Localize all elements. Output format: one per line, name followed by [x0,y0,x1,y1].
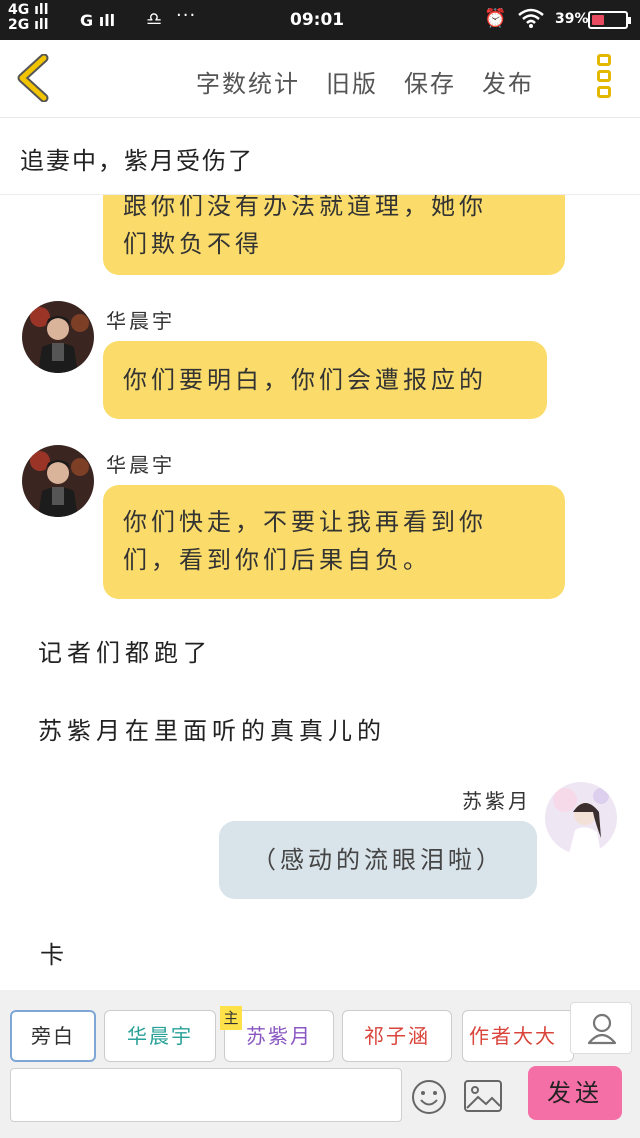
more-notifications-icon: ··· [176,5,197,26]
insert-image-button[interactable] [462,1076,504,1116]
network-indicator: 4G ıll 2G ıll [8,2,49,33]
speaker-name: 华晨宇 [106,453,175,477]
more-menu-button[interactable] [594,54,614,104]
message-line: 们，看到你们后果自负。 [123,546,431,574]
message-line: 跟你们没有办法就道理，她你 [123,195,487,220]
add-character-button[interactable] [570,1002,632,1054]
chat-area[interactable]: 跟你们没有办法就道理，她你 们欺负不得 华晨宇 你们要明白，你们会遭报应的 华晨… [0,195,640,990]
speaker-name: 苏紫月 [462,789,531,813]
wifi-icon [518,8,544,33]
image-icon [464,1080,502,1112]
message-line: （感动的流眼泪啦） [252,846,504,874]
message-bubble[interactable]: 你们要明白，你们会遭报应的 [103,341,547,419]
back-button[interactable] [14,53,58,103]
character-chip-narrator[interactable]: 旁白 [10,1010,96,1062]
old-version-button[interactable]: 旧版 [326,64,378,99]
qq-icon: ♎ [146,9,163,30]
person-icon [587,1013,617,1045]
avatar-hua-chenyu-icon [22,445,94,517]
publish-button[interactable]: 发布 [482,64,534,99]
emoji-button[interactable] [410,1078,448,1116]
carrier-label: G [80,11,94,30]
battery-fill [592,15,604,25]
message-input[interactable] [10,1068,402,1122]
save-button[interactable]: 保存 [404,64,456,99]
message-bubble[interactable]: 你们快走，不要让我再看到你 们，看到你们后果自负。 [103,485,565,599]
narration-text[interactable]: 苏紫月在里面听的真真儿的 [38,711,386,746]
message-bubble[interactable]: 跟你们没有办法就道理，她你 们欺负不得 [103,195,565,275]
message-line: 你们要明白，你们会遭报应的 [123,366,487,394]
carrier-signal: G ıll [80,11,116,30]
main-character-badge: 主 [220,1006,242,1030]
message-line: 们欺负不得 [123,230,263,258]
chapter-title[interactable]: 追妻中，紫月受伤了 [20,141,254,176]
avatar-hua-chenyu-icon [22,301,94,373]
header-actions: 字数统计 旧版 保存 发布 [196,64,534,99]
alarm-icon: ⏰ [484,8,507,29]
message-bubble[interactable]: （感动的流眼泪啦） [219,821,537,899]
speaker-name: 华晨宇 [106,309,175,333]
send-button[interactable]: 发送 [528,1066,622,1120]
character-chip-qi-zihan[interactable]: 祁子涵 [342,1010,452,1062]
battery-icon [588,11,631,29]
composer-toolbar: 旁白 华晨宇 主 苏紫月 祁子涵 作者大大 发送 [0,990,640,1138]
avatar-su-ziyue-icon [545,782,617,854]
narration-text[interactable]: 卡 [40,935,69,970]
message-line: 你们快走，不要让我再看到你 [123,508,487,536]
character-chip-hua-chenyu[interactable]: 华晨宇 [104,1010,216,1062]
word-count-button[interactable]: 字数统计 [196,64,300,99]
narration-text[interactable]: 记者们都跑了 [38,633,212,668]
avatar[interactable] [22,301,94,373]
avatar[interactable] [545,782,617,854]
clock: 09:01 [290,10,345,30]
status-bar: 4G ıll 2G ıll G ıll ♎ ··· 09:01 ⏰ 39% [0,0,640,40]
network-1-label: 4G [8,2,30,18]
smiley-icon [412,1080,446,1114]
editor-header: 字数统计 旧版 保存 发布 [0,40,640,118]
chapter-title-bar[interactable]: 追妻中，紫月受伤了 [0,119,640,195]
character-chip-author[interactable]: 作者大大 [462,1010,574,1062]
chevron-left-icon [17,53,49,103]
avatar[interactable] [22,445,94,517]
network-2-label: 2G [8,17,30,33]
battery-percent: 39% [555,11,589,27]
